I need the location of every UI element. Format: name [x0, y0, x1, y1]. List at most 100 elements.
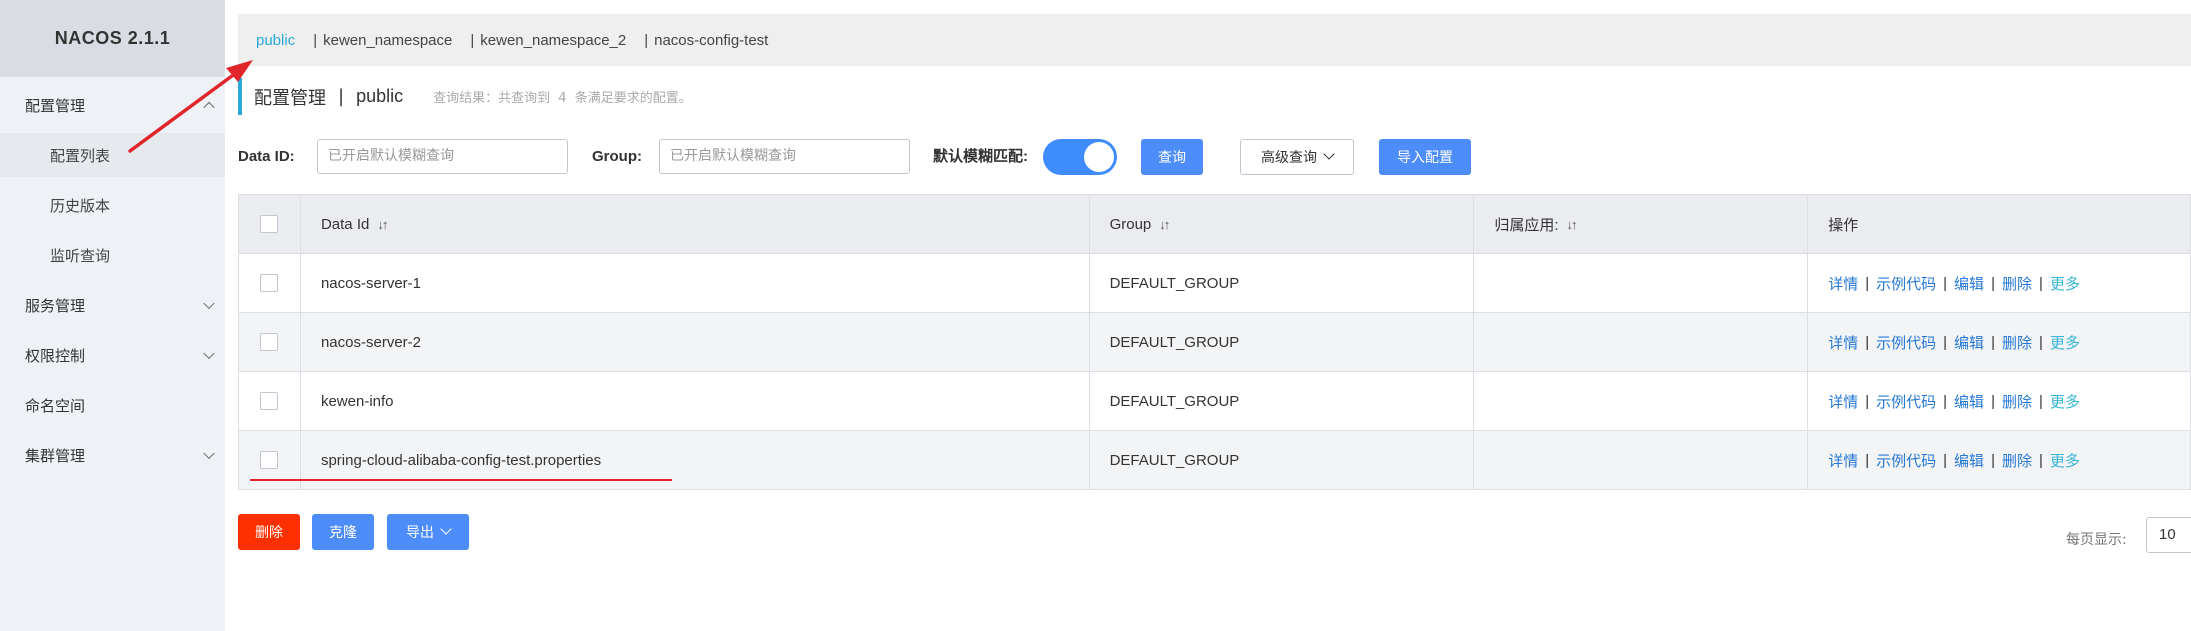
group-label: Group:	[592, 148, 642, 165]
sidebar: NACOS 2.1.1 配置管理 配置列表 历史版本 监听查询 服务管理 权限控…	[0, 0, 225, 631]
sample-code-link[interactable]: 示例代码	[1876, 332, 1936, 353]
config-table: Data Id ↓↑ Group ↓↑ 归属应用: ↓↑ 操作 nacos-se…	[238, 194, 2191, 490]
chevron-down-icon	[203, 447, 215, 460]
fuzzy-match-toggle[interactable]	[1043, 139, 1117, 175]
more-link[interactable]: 更多	[2050, 273, 2080, 294]
sidebar-item-label: 命名空间	[25, 396, 86, 415]
sidebar-item-config-list[interactable]: 配置列表	[0, 133, 225, 177]
sidebar-item-label: 配置管理	[25, 96, 86, 115]
advanced-query-button[interactable]: 高级查询	[1240, 139, 1354, 175]
column-header-ops: 操作	[1808, 195, 2191, 253]
query-result-text: 查询结果：共查询到 4 条满足要求的配置。	[433, 91, 692, 106]
sidebar-item-service-management[interactable]: 服务管理	[0, 283, 225, 327]
namespace-separator: |	[644, 31, 649, 49]
more-link[interactable]: 更多	[2050, 391, 2080, 412]
sidebar-item-history[interactable]: 历史版本	[0, 183, 225, 227]
column-header-data-id: Data Id ↓↑	[301, 195, 1090, 253]
data-id-input[interactable]: 已开启默认模糊查询	[317, 139, 568, 174]
more-link[interactable]: 更多	[2050, 450, 2080, 471]
delete-link[interactable]: 删除	[2002, 450, 2032, 471]
cell-ops: 详情 | 示例代码 | 编辑 | 删除 | 更多	[1808, 372, 2191, 430]
sort-icon[interactable]: ↓↑	[1567, 217, 1578, 232]
row-checkbox[interactable]	[260, 274, 279, 292]
fuzzy-match-label: 默认模糊匹配:	[933, 148, 1028, 165]
cell-ops: 详情 | 示例代码 | 编辑 | 删除 | 更多	[1808, 254, 2191, 312]
row-checkbox[interactable]	[260, 392, 279, 410]
current-namespace: public	[356, 86, 404, 106]
sample-code-link[interactable]: 示例代码	[1876, 391, 1936, 412]
cell-ops: 详情 | 示例代码 | 编辑 | 删除 | 更多	[1808, 313, 2191, 371]
namespace-tab-nacos-config-test[interactable]: nacos-config-test	[654, 32, 768, 49]
chevron-down-icon	[440, 523, 452, 535]
import-config-button[interactable]: 导入配置	[1379, 139, 1471, 175]
edit-link[interactable]: 编辑	[1954, 273, 1984, 294]
table-row: kewen-info DEFAULT_GROUP 详情 | 示例代码 | 编辑 | 删除 | 更…	[239, 372, 2191, 431]
delete-link[interactable]: 删除	[2002, 273, 2032, 294]
namespace-separator: |	[313, 31, 318, 49]
table-row: nacos-server-2 DEFAULT_GROUP 详情 | 示例代码 | 编辑 |…	[239, 313, 2191, 372]
detail-link[interactable]: 详情	[1828, 391, 1858, 412]
clone-button[interactable]: 克隆	[312, 514, 374, 550]
cell-group: DEFAULT_GROUP	[1090, 254, 1475, 312]
detail-link[interactable]: 详情	[1828, 332, 1858, 353]
edit-link[interactable]: 编辑	[1954, 391, 1984, 412]
edit-link[interactable]: 编辑	[1954, 332, 1984, 353]
cell-app	[1474, 372, 1809, 430]
sidebar-item-namespace[interactable]: 命名空间	[0, 383, 225, 427]
cell-data-id: nacos-server-1	[301, 254, 1090, 312]
data-id-label: Data ID:	[238, 148, 295, 165]
delete-link[interactable]: 删除	[2002, 332, 2032, 353]
sort-icon[interactable]: ↓↑	[1159, 217, 1170, 232]
table-header: Data Id ↓↑ Group ↓↑ 归属应用: ↓↑ 操作	[239, 195, 2191, 254]
export-button[interactable]: 导出	[387, 514, 469, 550]
namespace-tab-kewen-namespace-2[interactable]: kewen_namespace_2	[480, 32, 626, 49]
chevron-down-icon	[203, 297, 215, 310]
sidebar-item-cluster-management[interactable]: 集群管理	[0, 433, 225, 477]
chevron-down-icon	[203, 347, 215, 360]
more-link[interactable]: 更多	[2050, 332, 2080, 353]
table-row: spring-cloud-alibaba-config-test.propert…	[239, 431, 2191, 490]
row-checkbox[interactable]	[260, 333, 279, 351]
search-bar: Data ID: 已开启默认模糊查询 Group: 已开启默认模糊查询 默认模糊…	[238, 139, 2188, 175]
advanced-query-label: 高级查询	[1261, 150, 1317, 166]
sidebar-item-label: 集群管理	[25, 446, 86, 465]
sidebar-item-label: 历史版本	[50, 196, 111, 215]
cell-group: DEFAULT_GROUP	[1090, 431, 1475, 489]
page-header: 配置管理 | public 查询结果：共查询到 4 条满足要求的配置。	[238, 78, 692, 115]
query-button[interactable]: 查询	[1141, 139, 1203, 175]
chevron-up-icon	[203, 101, 215, 114]
page-size-select[interactable]: 10	[2146, 517, 2191, 553]
sidebar-item-label: 配置列表	[50, 146, 111, 165]
batch-delete-button[interactable]: 删除	[238, 514, 300, 550]
annotation-underline	[250, 479, 672, 481]
sidebar-item-label: 监听查询	[50, 246, 111, 265]
cell-group: DEFAULT_GROUP	[1090, 313, 1475, 371]
detail-link[interactable]: 详情	[1828, 450, 1858, 471]
group-input[interactable]: 已开启默认模糊查询	[659, 139, 910, 174]
namespace-separator: |	[470, 31, 475, 49]
sidebar-item-access-control[interactable]: 权限控制	[0, 333, 225, 377]
cell-ops: 详情 | 示例代码 | 编辑 | 删除 | 更多	[1808, 431, 2191, 489]
cell-app	[1474, 254, 1809, 312]
sidebar-item-label: 权限控制	[25, 346, 86, 365]
namespace-tab-public[interactable]: public	[256, 32, 295, 49]
sort-icon[interactable]: ↓↑	[377, 217, 388, 232]
namespace-bar: public | kewen_namespace | kewen_namespa…	[238, 14, 2191, 66]
delete-link[interactable]: 删除	[2002, 391, 2032, 412]
select-all-checkbox[interactable]	[260, 215, 279, 233]
toggle-knob	[1084, 142, 1114, 172]
cell-data-id: kewen-info	[301, 372, 1090, 430]
namespace-tab-kewen-namespace[interactable]: kewen_namespace	[323, 32, 452, 49]
edit-link[interactable]: 编辑	[1954, 450, 1984, 471]
row-checkbox[interactable]	[260, 451, 279, 469]
cell-group: DEFAULT_GROUP	[1090, 372, 1475, 430]
header-checkbox-cell	[239, 195, 301, 253]
title-accent-bar	[238, 78, 242, 115]
sample-code-link[interactable]: 示例代码	[1876, 273, 1936, 294]
detail-link[interactable]: 详情	[1828, 273, 1858, 294]
sidebar-item-listener-query[interactable]: 监听查询	[0, 233, 225, 277]
column-header-group: Group ↓↑	[1090, 195, 1475, 253]
sample-code-link[interactable]: 示例代码	[1876, 450, 1936, 471]
cell-app	[1474, 431, 1809, 489]
sidebar-item-config-management[interactable]: 配置管理	[0, 83, 225, 127]
